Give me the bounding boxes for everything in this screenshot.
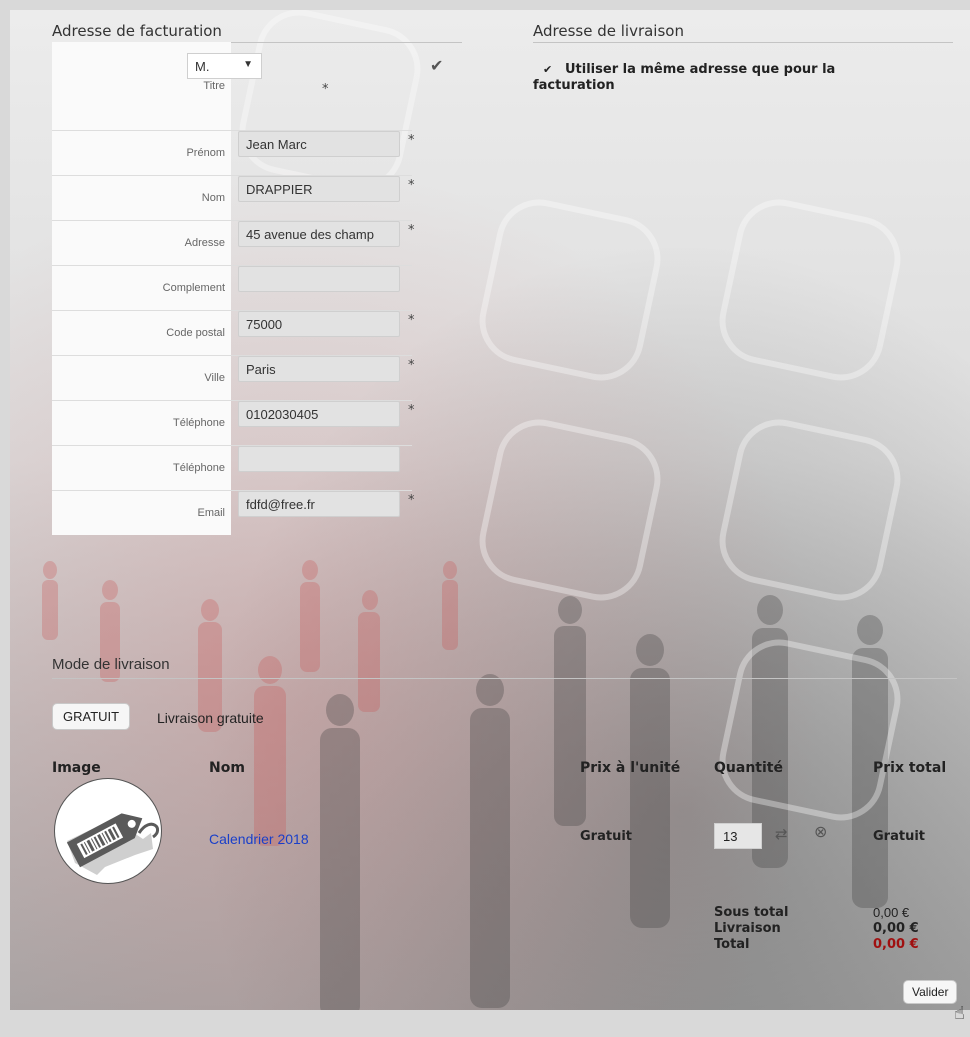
delivery-heading: Mode de livraison — [52, 656, 170, 673]
form-row-email: Email fdfd@free.fr * — [52, 491, 415, 535]
same-address-option[interactable]: ✔ Utiliser la même adresse que pour la fa… — [533, 62, 913, 94]
form-row-postal-code: Code postal 75000 * — [52, 311, 415, 356]
email-input[interactable]: fdfd@free.fr — [238, 491, 400, 517]
product-image — [54, 778, 162, 884]
col-header-total-price: Prix total — [873, 760, 947, 776]
billing-form: Titre Prénom Jean Marc * Nom DRAPPIER * … — [52, 42, 415, 535]
total-price-value: Gratuit — [873, 829, 925, 844]
required-mark: * — [408, 178, 415, 193]
email-label: Email — [52, 491, 231, 535]
firstname-label: Prénom — [52, 131, 231, 175]
same-address-label: Utiliser la même adresse que pour la fac… — [533, 62, 836, 93]
shipping-heading: Adresse de livraison — [533, 22, 684, 40]
col-header-unit-price: Prix à l'unité — [580, 760, 681, 776]
required-mark: * — [408, 493, 415, 508]
phone-input[interactable]: 0102030405 — [238, 401, 400, 427]
form-row-address: Adresse 45 avenue des champ * — [52, 221, 415, 266]
address-label: Adresse — [52, 221, 231, 265]
billing-heading: Adresse de facturation — [52, 22, 222, 40]
refresh-icon[interactable]: ⇄ — [775, 825, 788, 843]
required-mark: * — [408, 313, 415, 328]
phone-label: Téléphone — [52, 401, 231, 445]
form-row-complement: Complement — [52, 266, 412, 311]
city-input[interactable]: Paris — [238, 356, 400, 382]
required-mark: * — [408, 358, 415, 373]
dropdown-arrow-icon: ▼ — [243, 59, 253, 70]
form-row-firstname: Prénom Jean Marc * — [52, 131, 415, 176]
delivery-heading-rule — [52, 678, 957, 679]
postal-code-input[interactable]: 75000 — [238, 311, 400, 337]
phone-2-label: Téléphone — [52, 446, 231, 490]
lastname-input[interactable]: DRAPPIER — [238, 176, 400, 202]
subtotal-label: Sous total — [714, 905, 789, 920]
required-mark: * — [408, 223, 415, 238]
city-label: Ville — [52, 356, 231, 400]
postal-code-label: Code postal — [52, 311, 231, 355]
complement-input[interactable] — [238, 266, 400, 292]
required-mark: * — [408, 133, 415, 148]
required-mark: * — [408, 403, 415, 418]
phone-2-input[interactable] — [238, 446, 400, 472]
complement-label: Complement — [52, 266, 231, 310]
same-address-checkbox[interactable]: ✔ — [543, 62, 557, 78]
total-label: Total — [714, 937, 750, 952]
hand-cursor-icon: ☝ — [954, 1003, 965, 1024]
delivery-free-button[interactable]: GRATUIT — [52, 703, 131, 730]
checkmark-icon: ✔ — [430, 56, 444, 75]
delivery-description: Livraison gratuite — [157, 710, 264, 726]
submit-button[interactable]: Valider — [903, 980, 958, 1004]
shipping-label: Livraison — [714, 921, 781, 936]
form-row-phone-2: Téléphone — [52, 446, 412, 491]
col-header-quantity: Quantité — [714, 760, 783, 776]
title-select-value: M. — [195, 59, 210, 74]
title-select[interactable]: M. ▼ — [187, 53, 262, 79]
product-link[interactable]: Calendrier 2018 — [209, 831, 309, 847]
form-row-lastname: Nom DRAPPIER * — [52, 176, 415, 221]
quantity-input[interactable]: 13 — [714, 823, 762, 849]
required-mark: * — [322, 82, 329, 97]
col-header-image: Image — [52, 760, 101, 776]
address-input[interactable]: 45 avenue des champ — [238, 221, 400, 247]
form-row-city: Ville Paris * — [52, 356, 415, 401]
subtotal-value: 0,00 € — [873, 905, 910, 920]
shipping-value: 0,00 € — [873, 921, 919, 936]
remove-icon[interactable]: ⊗ — [814, 822, 827, 841]
firstname-input[interactable]: Jean Marc — [238, 131, 400, 157]
lastname-label: Nom — [52, 176, 231, 220]
form-row-phone: Téléphone 0102030405 * — [52, 401, 415, 446]
price-tag-icon — [66, 813, 160, 875]
col-header-name: Nom — [209, 760, 245, 776]
shipping-heading-rule — [533, 42, 953, 43]
total-value: 0,00 € — [873, 937, 919, 952]
unit-price-value: Gratuit — [580, 829, 632, 844]
